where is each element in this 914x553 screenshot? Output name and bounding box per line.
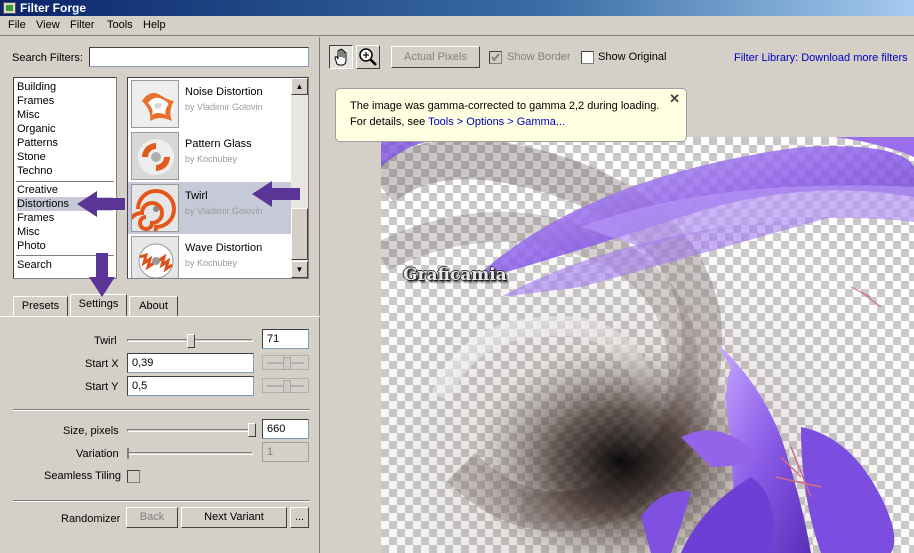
- preview-image: [381, 137, 914, 553]
- zoom-tool-button[interactable]: [356, 45, 380, 69]
- twirl-value-input[interactable]: [262, 329, 309, 349]
- annotation-arrow-down: [89, 253, 115, 297]
- category-item[interactable]: Photo: [17, 239, 113, 253]
- filter-item[interactable]: Wave Distortion by Kochubey: [128, 234, 291, 278]
- preview-canvas[interactable]: Graficamia: [381, 137, 914, 553]
- category-item[interactable]: Frames: [17, 94, 113, 108]
- filter-name: Noise Distortion: [185, 86, 263, 98]
- size-slider-track[interactable]: [127, 429, 256, 432]
- hand-tool-button[interactable]: [329, 45, 353, 69]
- filter-list-scrollbar[interactable]: ▲ ▼: [291, 78, 308, 278]
- start-x-label: Start X: [85, 358, 119, 370]
- filter-author: by Kochubey: [185, 258, 238, 268]
- filter-name: Pattern Glass: [185, 138, 252, 150]
- category-separator: [16, 181, 114, 182]
- start-x-slider[interactable]: [262, 355, 309, 370]
- annotation-arrow-left: [252, 181, 300, 207]
- category-item[interactable]: Misc: [17, 225, 113, 239]
- menu-file[interactable]: File: [8, 19, 26, 31]
- gamma-options-link[interactable]: Tools > Options > Gamma...: [428, 116, 565, 128]
- randomizer-more-button[interactable]: ...: [290, 507, 309, 528]
- filter-author: by Vladimir Golovin: [185, 102, 263, 112]
- category-item[interactable]: Organic: [17, 122, 113, 136]
- filter-name: Wave Distortion: [185, 242, 263, 254]
- window-title: Filter Forge: [20, 1, 87, 15]
- filter-thumbnail: [131, 132, 179, 180]
- notice-prefix: For details, see: [350, 116, 429, 128]
- notice-line-1: The image was gamma-corrected to gamma 2…: [350, 100, 660, 112]
- filter-item[interactable]: Pattern Glass by Kochubey: [128, 130, 291, 182]
- scroll-thumb[interactable]: [291, 208, 308, 260]
- start-y-slider[interactable]: [262, 378, 309, 393]
- search-label: Search Filters:: [12, 52, 83, 64]
- gamma-notice: The image was gamma-corrected to gamma 2…: [335, 88, 687, 142]
- tab-about[interactable]: About: [129, 296, 178, 316]
- filter-library-link[interactable]: Filter Library: Download more filters: [734, 52, 908, 64]
- show-original-checkbox[interactable]: [581, 51, 594, 64]
- title-bar: Filter Forge: [0, 0, 914, 16]
- variation-slider-track[interactable]: [127, 452, 253, 455]
- filter-thumbnail: [131, 184, 179, 232]
- notice-line-2: For details, see Tools > Options > Gamma…: [350, 114, 672, 130]
- menu-tools[interactable]: Tools: [107, 19, 133, 31]
- filter-name: Twirl: [185, 190, 208, 202]
- category-item[interactable]: Misc: [17, 108, 113, 122]
- filter-author: by Kochubey: [185, 154, 238, 164]
- category-item[interactable]: Techno: [17, 164, 113, 178]
- category-item[interactable]: Building: [17, 80, 113, 94]
- scroll-up-button[interactable]: ▲: [291, 78, 308, 95]
- checkmark-icon: [491, 53, 500, 62]
- menu-filter[interactable]: Filter: [70, 19, 94, 31]
- filter-thumbnail: [131, 80, 179, 128]
- back-button[interactable]: Back: [126, 507, 178, 528]
- filter-list[interactable]: Noise Distortion by Vladimir Golovin Pat…: [127, 77, 309, 279]
- separator: [13, 500, 310, 502]
- actual-pixels-button[interactable]: Actual Pixels: [391, 46, 480, 68]
- twirl-label: Twirl: [94, 335, 117, 347]
- filter-author: by Vladimir Golovin: [185, 206, 263, 216]
- seamless-tiling-label: Seamless Tiling: [44, 470, 122, 482]
- randomizer-label: Randomizer: [61, 513, 121, 525]
- size-value-input[interactable]: [262, 419, 309, 439]
- category-item[interactable]: Stone: [17, 150, 113, 164]
- category-item[interactable]: Patterns: [17, 136, 113, 150]
- menu-view[interactable]: View: [36, 19, 60, 31]
- separator: [13, 409, 310, 411]
- start-x-input[interactable]: [127, 353, 254, 373]
- category-list[interactable]: Building Frames Misc Organic Patterns St…: [13, 77, 117, 279]
- variation-label: Variation: [76, 448, 119, 460]
- scroll-down-button[interactable]: ▼: [291, 261, 308, 278]
- show-original-label: Show Original: [598, 51, 667, 63]
- close-icon[interactable]: ✕: [669, 91, 680, 107]
- zoom-icon: [359, 48, 377, 66]
- tab-underline: [0, 316, 320, 317]
- start-y-label: Start Y: [85, 381, 119, 393]
- filter-item[interactable]: Noise Distortion by Vladimir Golovin: [128, 78, 291, 130]
- variation-value-input[interactable]: [262, 442, 309, 462]
- preview-panel: Actual Pixels Show Border Show Original …: [321, 37, 914, 553]
- filter-browser-panel: Search Filters: Building Frames Misc Org…: [0, 37, 320, 553]
- show-border-label: Show Border: [507, 51, 571, 63]
- twirl-slider-thumb[interactable]: [187, 334, 195, 348]
- tab-presets[interactable]: Presets: [13, 296, 68, 316]
- seamless-tiling-checkbox[interactable]: [127, 470, 140, 483]
- variation-slider-thumb[interactable]: [127, 448, 129, 459]
- preview-watermark: Graficamia: [403, 265, 507, 285]
- show-border-checkbox[interactable]: [489, 51, 502, 64]
- annotation-arrow-left: [77, 191, 125, 217]
- search-input[interactable]: [89, 47, 309, 67]
- menu-help[interactable]: Help: [143, 19, 166, 31]
- size-label: Size, pixels: [63, 425, 119, 437]
- hand-icon: [334, 48, 347, 66]
- next-variant-button[interactable]: Next Variant: [181, 507, 287, 528]
- menu-bar: File View Filter Tools Help: [0, 16, 914, 36]
- size-slider-thumb[interactable]: [248, 423, 256, 437]
- start-y-input[interactable]: [127, 376, 254, 396]
- app-icon: [3, 2, 16, 14]
- filter-thumbnail: [131, 236, 179, 278]
